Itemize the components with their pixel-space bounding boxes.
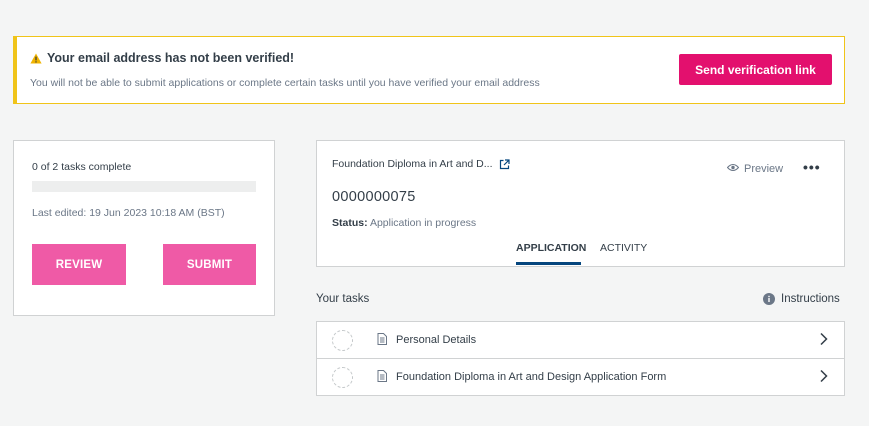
task-row-application-form[interactable]: Foundation Diploma in Art and Design App…	[317, 359, 844, 396]
alert-title: Your email address has not been verified…	[30, 51, 294, 65]
active-tab-indicator	[516, 262, 581, 265]
last-edited-text: Last edited: 19 Jun 2023 10:18 AM (BST)	[32, 207, 225, 219]
alert-title-text: Your email address has not been verified…	[47, 51, 295, 65]
eye-icon	[726, 163, 740, 175]
task-label: Personal Details	[396, 334, 477, 346]
tasks-complete-count: 0 of 2 tasks complete	[32, 161, 132, 173]
application-id: 0000000075	[332, 189, 416, 205]
tab-application[interactable]: APPLICATION	[516, 242, 586, 254]
info-icon	[763, 293, 775, 305]
submit-button[interactable]: SUBMIT	[163, 244, 256, 285]
your-tasks-heading: Your tasks	[316, 293, 370, 305]
task-list: Personal Details Foundation Diploma in A…	[316, 321, 845, 396]
application-status: Status: Application in progress	[332, 217, 476, 229]
application-title: Foundation Diploma in Art and D...	[332, 158, 493, 170]
task-status-circle	[332, 367, 353, 388]
task-label: Foundation Diploma in Art and Design App…	[396, 371, 667, 383]
chevron-right-icon	[819, 369, 828, 383]
review-button[interactable]: REVIEW	[32, 244, 126, 285]
more-options-icon[interactable]: •••	[803, 159, 821, 175]
task-status-circle	[332, 330, 353, 351]
instructions-label: Instructions	[781, 293, 840, 305]
document-icon	[377, 370, 387, 382]
document-icon	[377, 333, 387, 345]
task-row-personal-details[interactable]: Personal Details	[317, 322, 844, 359]
instructions-link[interactable]: Instructions	[763, 293, 840, 305]
send-verification-link-button[interactable]: Send verification link	[679, 54, 832, 85]
progress-bar	[32, 181, 256, 192]
application-card: Foundation Diploma in Art and D... Previ…	[316, 140, 845, 267]
preview-button[interactable]: Preview	[726, 163, 784, 175]
warning-icon	[30, 53, 42, 64]
progress-card: 0 of 2 tasks complete Last edited: 19 Ju…	[13, 140, 275, 316]
chevron-right-icon	[819, 332, 828, 346]
preview-label: Preview	[744, 163, 784, 175]
external-link-icon[interactable]	[499, 158, 510, 170]
status-label: Status:	[332, 217, 368, 229]
application-title-link[interactable]: Foundation Diploma in Art and D...	[332, 158, 510, 170]
status-value: Application in progress	[369, 217, 477, 229]
email-verification-alert: Your email address has not been verified…	[13, 36, 845, 104]
alert-message: You will not be able to submit applicati…	[30, 77, 540, 89]
tab-activity[interactable]: ACTIVITY	[600, 242, 647, 254]
